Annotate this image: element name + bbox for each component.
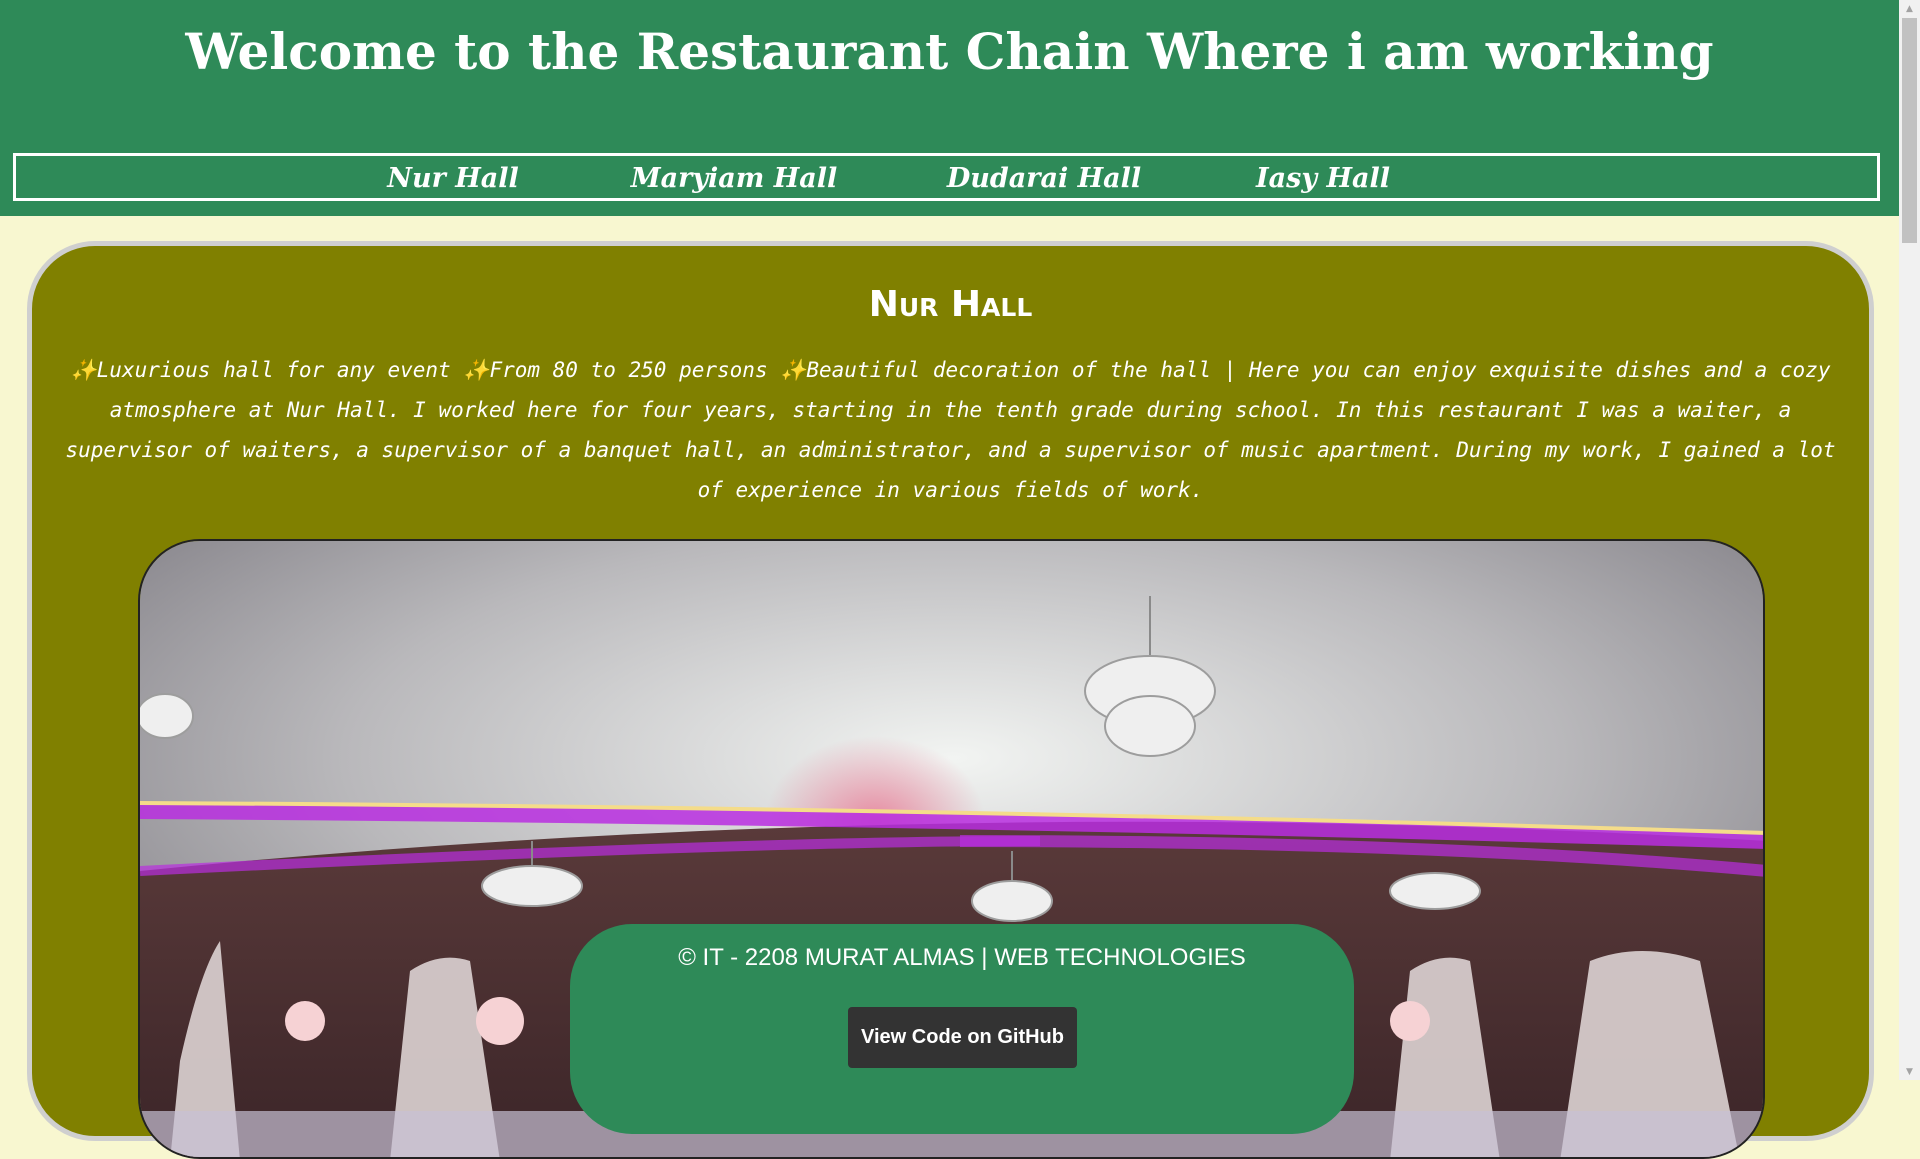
nav-link-dudarai-hall[interactable]: Dudarai Hall	[947, 163, 1141, 194]
github-link-button[interactable]: View Code on GitHub	[848, 1007, 1077, 1068]
nav-link-iasy-hall[interactable]: Iasy Hall	[1256, 163, 1390, 194]
section-title: Nur Hall	[868, 284, 1033, 325]
site-footer: © IT - 2208 MURAT ALMAS | WEB TECHNOLOGI…	[570, 924, 1354, 1134]
site-title: Welcome to the Restaurant Chain Where i …	[185, 22, 1714, 81]
section-description: ✨Luxurious hall for any event ✨From 80 t…	[65, 358, 1836, 502]
scroll-up-arrow-icon[interactable]: ▲	[1899, 0, 1920, 17]
nav-link-maryiam-hall[interactable]: Maryiam Hall	[631, 163, 838, 194]
footer-copyright: © IT - 2208 MURAT ALMAS | WEB TECHNOLOGI…	[678, 944, 1246, 971]
nav-link-nur-hall[interactable]: Nur Hall	[387, 163, 518, 194]
main-nav: Nur Hall Maryiam Hall Dudarai Hall Iasy …	[13, 153, 1880, 201]
scrollbar-thumb[interactable]	[1902, 18, 1917, 243]
scroll-down-arrow-icon[interactable]: ▼	[1899, 1063, 1920, 1080]
site-header: Welcome to the Restaurant Chain Where i …	[0, 0, 1899, 216]
vertical-scrollbar[interactable]: ▲ ▼	[1899, 0, 1920, 1080]
